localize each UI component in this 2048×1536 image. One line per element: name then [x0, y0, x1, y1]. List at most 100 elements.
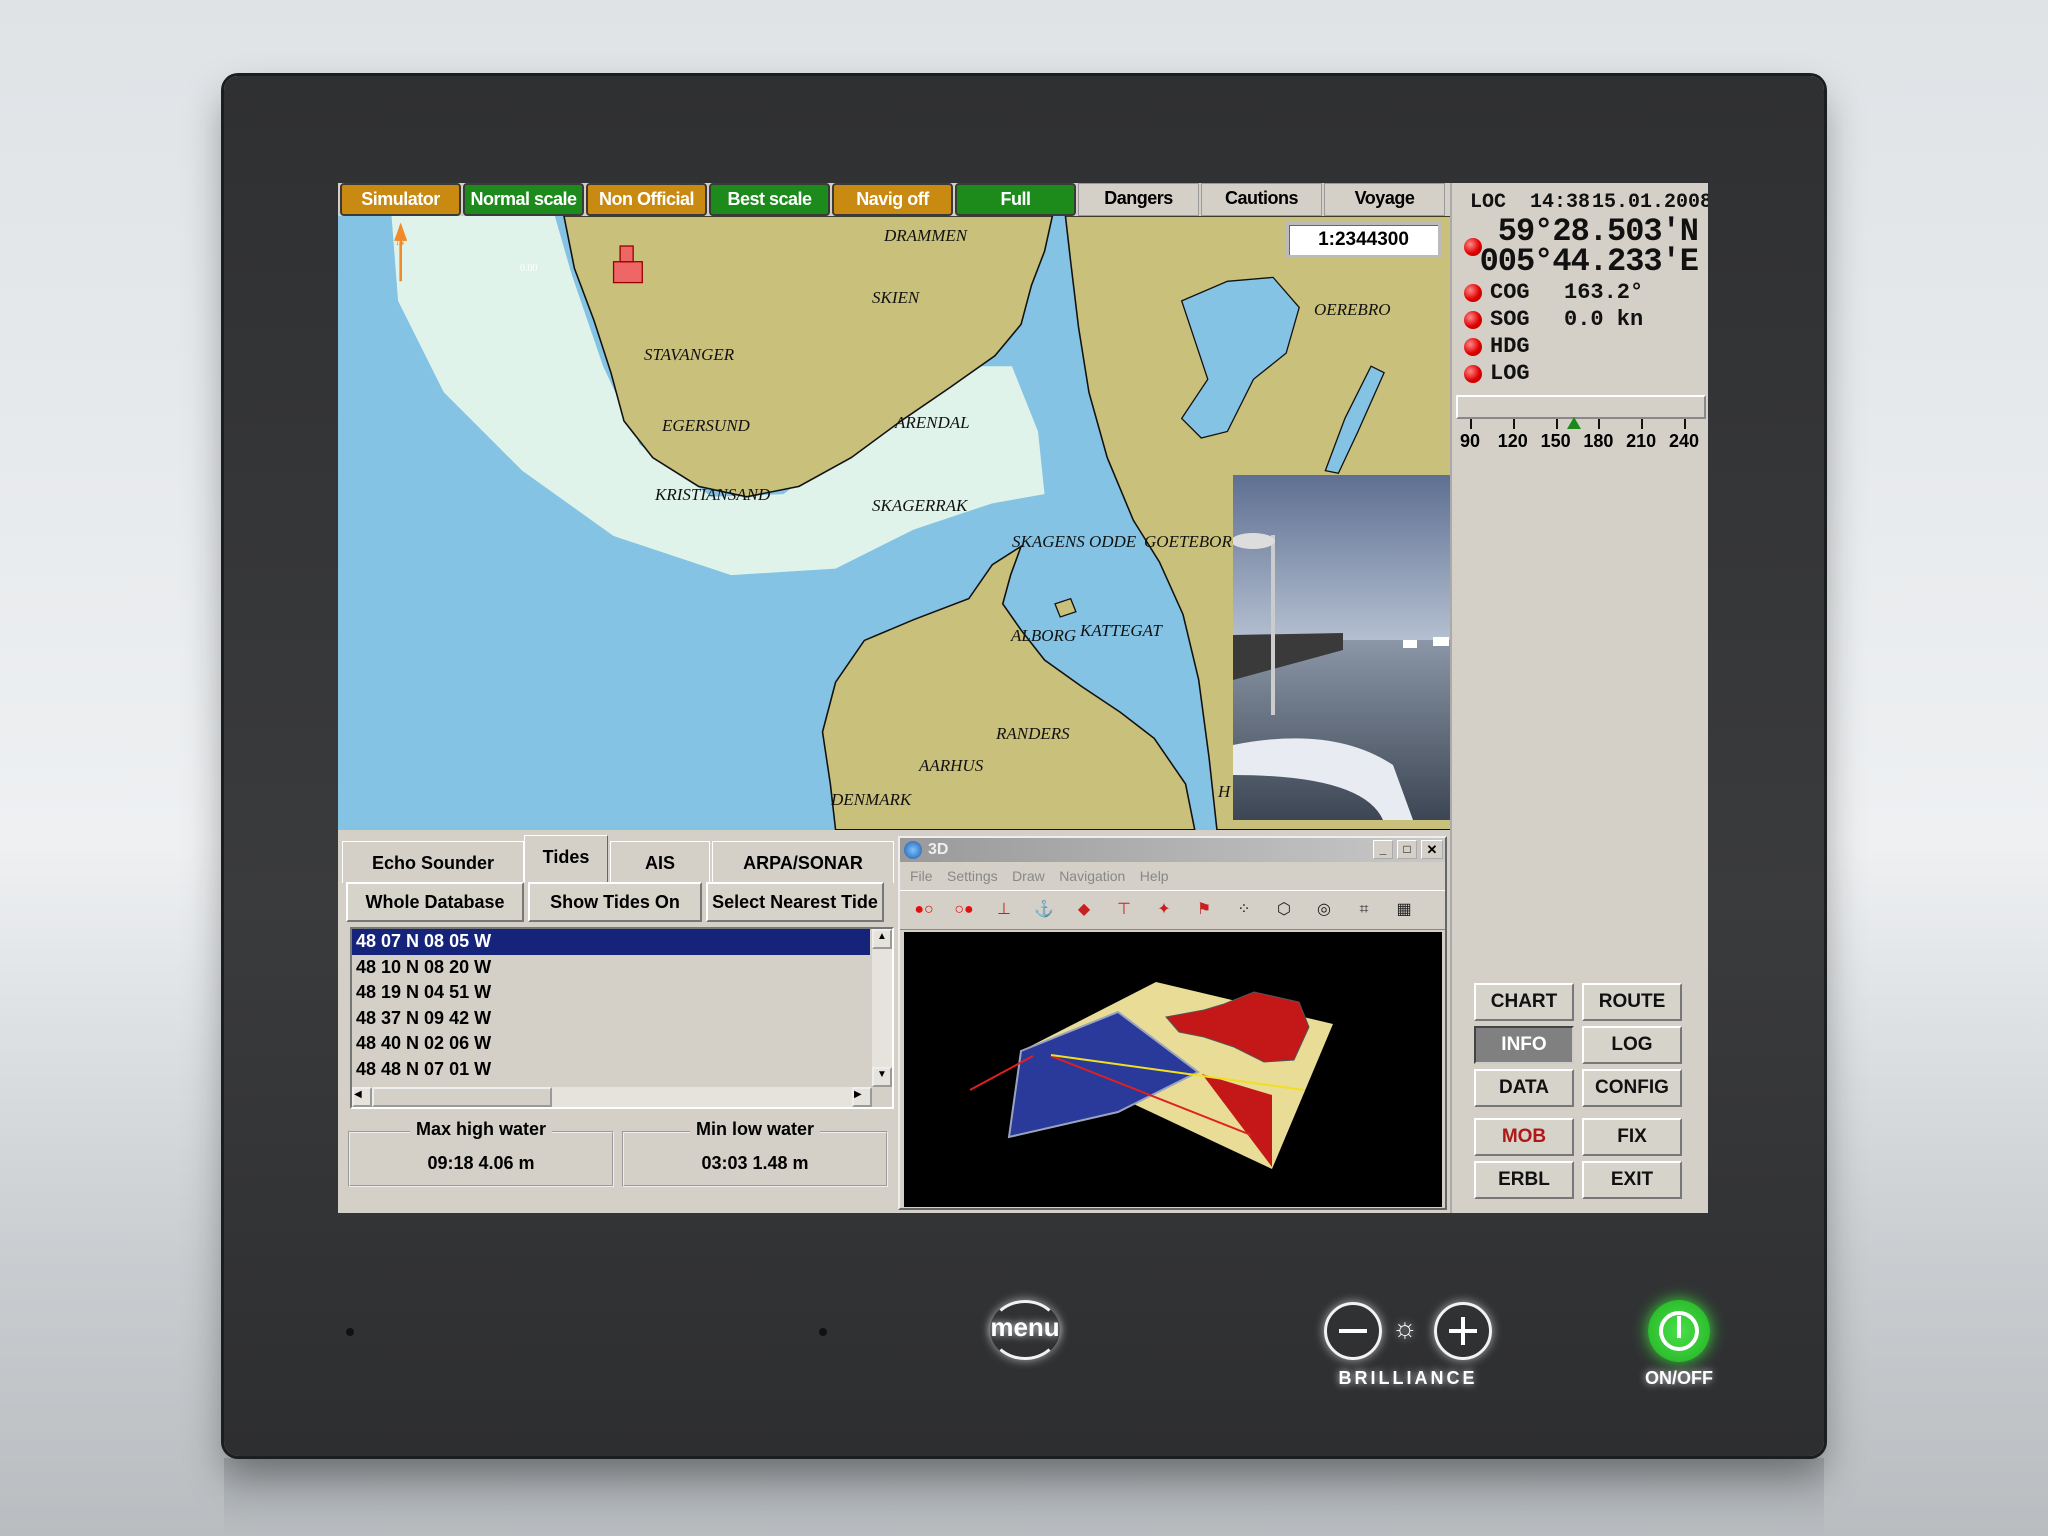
cog-value: 163.2° [1564, 280, 1644, 305]
place-label: SKIEN [872, 288, 920, 307]
scroll-left-icon[interactable]: ◀ [352, 1087, 372, 1107]
compass-tick-label: 180 [1583, 431, 1614, 451]
contour-icon[interactable]: ◎ [1307, 893, 1341, 927]
select-nearest-tide-button[interactable]: Select Nearest Tide [706, 882, 884, 922]
3d-toolbar: ●○ ○● ⊥ ⚓ ◆ ⊤ ✦ ⚑ ⁘ ⬡ ◎ ⌗ ▦ [900, 890, 1445, 930]
scale-display[interactable]: 1:2344300 [1286, 222, 1441, 258]
sun-icon: ☼ [1392, 1312, 1418, 1343]
tab-tides-info[interactable]: Tides Info [524, 835, 608, 909]
erbl-button[interactable]: ERBL [1474, 1161, 1574, 1199]
max-high-water-value: 09:18 4.06 m [427, 1153, 535, 1173]
area-icon[interactable]: ◆ [1067, 893, 1101, 927]
mob-button[interactable]: MOB [1474, 1118, 1574, 1156]
points-icon[interactable]: ⁘ [1227, 893, 1261, 927]
log-book-button[interactable]: LOG BOOK [1582, 1026, 1682, 1089]
whole-database-button[interactable]: Whole Database [346, 882, 524, 922]
record-on-icon[interactable]: ○● [947, 893, 981, 927]
heading-marker-icon [1567, 417, 1582, 429]
navig-off-button[interactable]: Navig off [832, 183, 953, 216]
record-off-icon[interactable]: ●○ [907, 893, 941, 927]
compass-bar [1456, 395, 1706, 419]
menu-file[interactable]: File [910, 862, 933, 890]
brilliance-plus-button[interactable] [1434, 1302, 1492, 1360]
maximize-icon[interactable]: □ [1397, 840, 1417, 859]
compass-tick [1470, 419, 1472, 429]
data-button[interactable]: DATA [1474, 1069, 1574, 1107]
minimize-icon[interactable]: _ [1373, 840, 1393, 859]
voyage-button[interactable]: Voyage [1324, 183, 1445, 216]
menu-draw[interactable]: Draw [1012, 862, 1045, 890]
tab-echo-sounder[interactable]: Echo Sounder Diagram [342, 841, 524, 915]
tab-arpa-sonar[interactable]: ARPA/SONAR Targets [712, 841, 894, 915]
cog-label: COG [1490, 280, 1530, 305]
buoy-icon[interactable]: ⚓ [1027, 893, 1061, 927]
horizontal-scrollbar[interactable]: ◀ ▶ [352, 1087, 872, 1107]
mesh-icon[interactable]: ⌗ [1347, 893, 1381, 927]
longitude-value: 005°44.233'E [1479, 243, 1699, 280]
3d-window-titlebar[interactable]: 3D _ □ ✕ [900, 838, 1445, 862]
full-button[interactable]: Full [955, 183, 1076, 216]
3d-window-title: 3D [928, 841, 949, 858]
menu-navigation[interactable]: Navigation [1059, 862, 1125, 890]
wreck-icon[interactable]: ⚑ [1187, 893, 1221, 927]
place-label: RANDERS [996, 724, 1070, 743]
light-icon[interactable]: ✦ [1147, 893, 1181, 927]
simulator-button[interactable]: Simulator [340, 183, 461, 216]
non-official-button[interactable]: Non Official [586, 183, 707, 216]
power-button[interactable] [1648, 1300, 1710, 1362]
menu-help[interactable]: Help [1140, 862, 1169, 890]
onoff-label: ON/OFF [1645, 1368, 1713, 1388]
place-label: EGERSUND [662, 416, 750, 435]
compass-tick-label: 120 [1497, 431, 1528, 451]
close-icon[interactable]: ✕ [1421, 840, 1443, 859]
min-low-water-value: 03:03 1.48 m [701, 1153, 809, 1173]
list-item[interactable]: 48 37 N 09 42 W [352, 1006, 870, 1032]
compass-tick-label: 210 [1626, 431, 1657, 451]
vertical-scrollbar[interactable]: ▲ ▼ [872, 929, 892, 1087]
log-label: LOG [1490, 361, 1530, 386]
cautions-button[interactable]: Cautions [1201, 183, 1322, 216]
list-item[interactable]: 48 07 N 08 05 W [352, 929, 870, 955]
scroll-up-icon[interactable]: ▲ [872, 929, 892, 949]
fix-button[interactable]: FIX [1582, 1118, 1682, 1156]
place-label: SKAGERRAK [872, 496, 968, 515]
ship-label: 0.00 [520, 263, 538, 274]
menu-settings[interactable]: Settings [947, 862, 998, 890]
time-value: 14:38 [1530, 191, 1591, 214]
menu-label: menu [990, 1312, 1060, 1342]
tab-ais-monitor[interactable]: AIS Monitor [610, 841, 710, 915]
beacon-icon[interactable]: ⊤ [1107, 893, 1141, 927]
dangers-button[interactable]: Dangers [1078, 183, 1199, 216]
marker-icon[interactable]: ⊥ [987, 893, 1021, 927]
scroll-down-icon[interactable]: ▼ [872, 1067, 892, 1087]
3d-window: 3D _ □ ✕ File Settings Draw Navigation H… [898, 836, 1447, 1210]
3d-view[interactable] [904, 932, 1442, 1207]
log-status-icon [1464, 365, 1482, 383]
show-tides-on-map-button[interactable]: Show Tides On Map [528, 882, 702, 948]
route-button[interactable]: ROUTE [1582, 983, 1682, 1021]
tide-station-list[interactable]: 48 07 N 08 05 W 48 10 N 08 20 W 48 19 N 04… [350, 927, 894, 1109]
place-label: ALBORG [1011, 626, 1077, 645]
ship-marker[interactable] [612, 261, 643, 284]
surface-icon[interactable]: ▦ [1387, 893, 1421, 927]
wireframe-icon[interactable]: ⬡ [1267, 893, 1301, 927]
place-label: DRAMMEN [884, 226, 968, 245]
max-high-water-label: Max high water [409, 1119, 553, 1139]
list-item[interactable]: 48 10 N 08 20 W [352, 955, 870, 981]
best-scale-button[interactable]: Best scale [709, 183, 830, 216]
scroll-thumb[interactable] [372, 1087, 552, 1107]
place-label: SKAGENS ODDE [1012, 532, 1137, 551]
brilliance-minus-button[interactable] [1324, 1302, 1382, 1360]
list-item[interactable]: 48 40 N 02 06 W [352, 1031, 870, 1057]
chart-button[interactable]: CHART [1474, 983, 1574, 1021]
list-item[interactable]: 48 19 N 04 51 W [352, 980, 870, 1006]
scroll-right-icon[interactable]: ▶ [852, 1087, 872, 1107]
exit-button[interactable]: EXIT [1582, 1161, 1682, 1199]
list-item[interactable]: 48 48 N 07 01 W [352, 1057, 870, 1083]
min-low-water-label: Min low water [689, 1119, 820, 1139]
sog-value: 0.0 kn [1564, 307, 1644, 332]
config-button[interactable]: CONFIG [1582, 1069, 1682, 1107]
info-button[interactable]: INFO [1474, 1026, 1574, 1064]
north-label: N [396, 234, 405, 248]
normal-scale-button[interactable]: Normal scale [463, 183, 584, 216]
